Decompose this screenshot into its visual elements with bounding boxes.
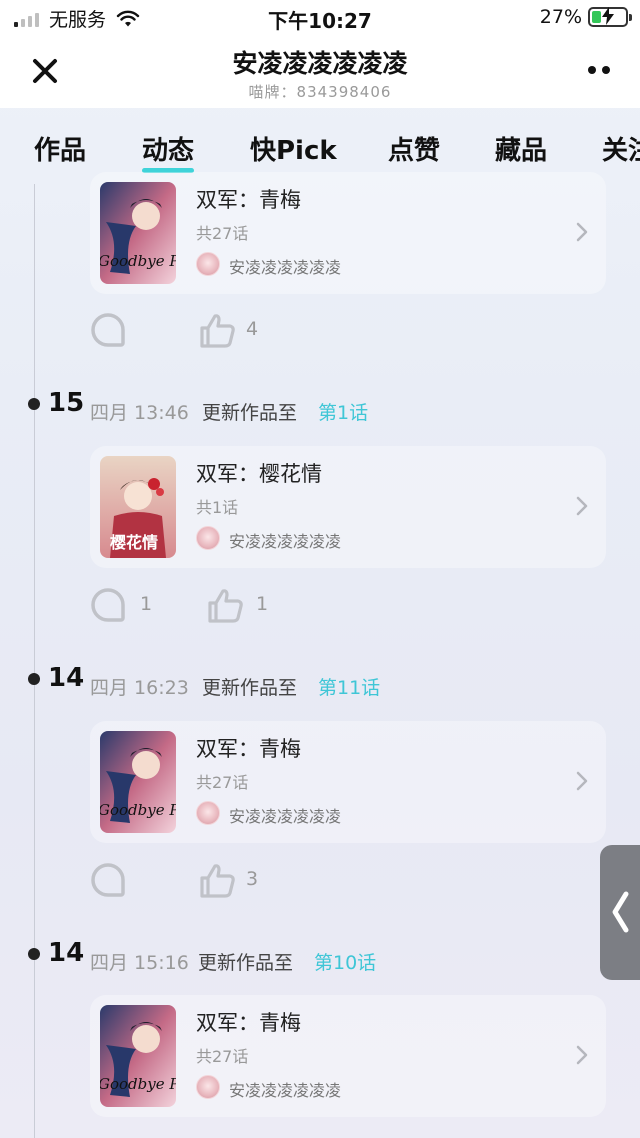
entry-time: 四月 15:16 [90, 952, 189, 974]
entry-time: 四月 13:46 [90, 402, 189, 424]
comment-icon[interactable] [90, 312, 126, 348]
author-name: 安凌凌凌凌凌凌 [229, 1081, 342, 1100]
cover-title-text: Goodbye Patriot [100, 801, 176, 819]
comic-card[interactable]: Goodbye Patriot 双军：青梅 共27话 安凌凌凌凌凌凌 [90, 995, 606, 1117]
profile-header: 安凌凌凌凌凌凌 喵牌：834398406 [0, 36, 640, 108]
avatar [196, 1075, 220, 1099]
status-bar: 无服务 下午10:27 27% [0, 0, 640, 36]
like-icon[interactable] [198, 312, 236, 350]
episode-link[interactable]: 第1话 [318, 398, 368, 425]
tab-following[interactable]: 关注 [602, 130, 640, 167]
timeline-line [34, 184, 35, 1138]
comic-card[interactable]: 樱花情 双军：樱花情 共1话 安凌凌凌凌凌凌 [90, 446, 606, 568]
cover-title-text: Goodbye Patriot [100, 252, 176, 270]
comment-count: 1 [140, 593, 153, 615]
entry-action: 更新作品至 [198, 952, 294, 974]
action-bar: 1 1 [90, 587, 490, 627]
user-id-label: 喵牌：834398406 [248, 83, 392, 101]
side-panel-handle[interactable] [600, 845, 640, 980]
chevron-right-icon [576, 496, 588, 516]
entry-day: 14 [48, 938, 85, 968]
episode-link[interactable]: 第10话 [314, 948, 376, 975]
chevron-right-icon [576, 771, 588, 791]
comic-title: 双军：青梅 [196, 737, 301, 761]
timeline-dot [28, 398, 40, 410]
comic-cover: Goodbye Patriot [100, 731, 176, 833]
action-bar: 3 [90, 862, 490, 902]
author-name: 安凌凌凌凌凌凌 [229, 258, 342, 277]
status-right: 27% [539, 6, 632, 28]
comic-cover: Goodbye Patriot [100, 182, 176, 284]
author-name: 安凌凌凌凌凌凌 [229, 532, 342, 551]
entry-action: 更新作品至 [202, 677, 298, 699]
entry-action: 更新作品至 [202, 402, 298, 424]
comic-title: 双军：青梅 [196, 188, 301, 212]
episode-count: 共27话 [196, 773, 249, 792]
like-icon[interactable] [198, 862, 236, 900]
like-count: 4 [246, 318, 259, 340]
episode-count: 共27话 [196, 224, 249, 243]
avatar [196, 526, 220, 550]
episode-count: 共1话 [196, 498, 239, 517]
like-count: 1 [256, 593, 269, 615]
timeline-dot [28, 948, 40, 960]
comic-title: 双军：青梅 [196, 1011, 301, 1035]
comic-card[interactable]: Goodbye Patriot 双军：青梅 共27话 安凌凌凌凌凌凌 [90, 172, 606, 294]
comic-cover: 樱花情 [100, 456, 176, 558]
tab-likes[interactable]: 点赞 [388, 130, 440, 167]
entry-time: 四月 16:23 [90, 677, 189, 699]
cover-title-text: Goodbye Patriot [100, 1075, 176, 1093]
entry-day: 14 [48, 663, 85, 693]
cover-title-text: 樱花情 [110, 533, 158, 552]
page-title: 安凌凌凌凌凌凌 [232, 49, 408, 78]
tab-collection[interactable]: 藏品 [495, 130, 547, 167]
battery-icon [588, 7, 632, 27]
chevron-left-icon [612, 891, 629, 933]
avatar [196, 801, 220, 825]
comic-title: 双军：樱花情 [196, 462, 322, 486]
timeline-dot [28, 673, 40, 685]
avatar [196, 252, 220, 276]
chevron-right-icon [576, 1045, 588, 1065]
chevron-right-icon [576, 222, 588, 242]
tab-activity[interactable]: 动态 [142, 130, 195, 173]
author-name: 安凌凌凌凌凌凌 [229, 807, 342, 826]
charging-bolt-icon [602, 7, 614, 25]
comment-icon[interactable] [90, 862, 126, 898]
episode-count: 共27话 [196, 1047, 249, 1066]
action-bar: 4 [90, 312, 490, 352]
comic-card[interactable]: Goodbye Patriot 双军：青梅 共27话 安凌凌凌凌凌凌 [90, 721, 606, 843]
tab-quick-pick[interactable]: 快Pick [250, 130, 337, 167]
episode-link[interactable]: 第11话 [318, 673, 380, 700]
more-dots-icon[interactable] [588, 66, 610, 74]
entry-day: 15 [48, 388, 85, 418]
battery-percent: 27% [539, 6, 582, 28]
comic-cover: Goodbye Patriot [100, 1005, 176, 1107]
tab-works[interactable]: 作品 [34, 130, 86, 167]
comment-icon[interactable] [90, 587, 126, 623]
like-count: 3 [246, 868, 259, 890]
like-icon[interactable] [206, 587, 244, 625]
